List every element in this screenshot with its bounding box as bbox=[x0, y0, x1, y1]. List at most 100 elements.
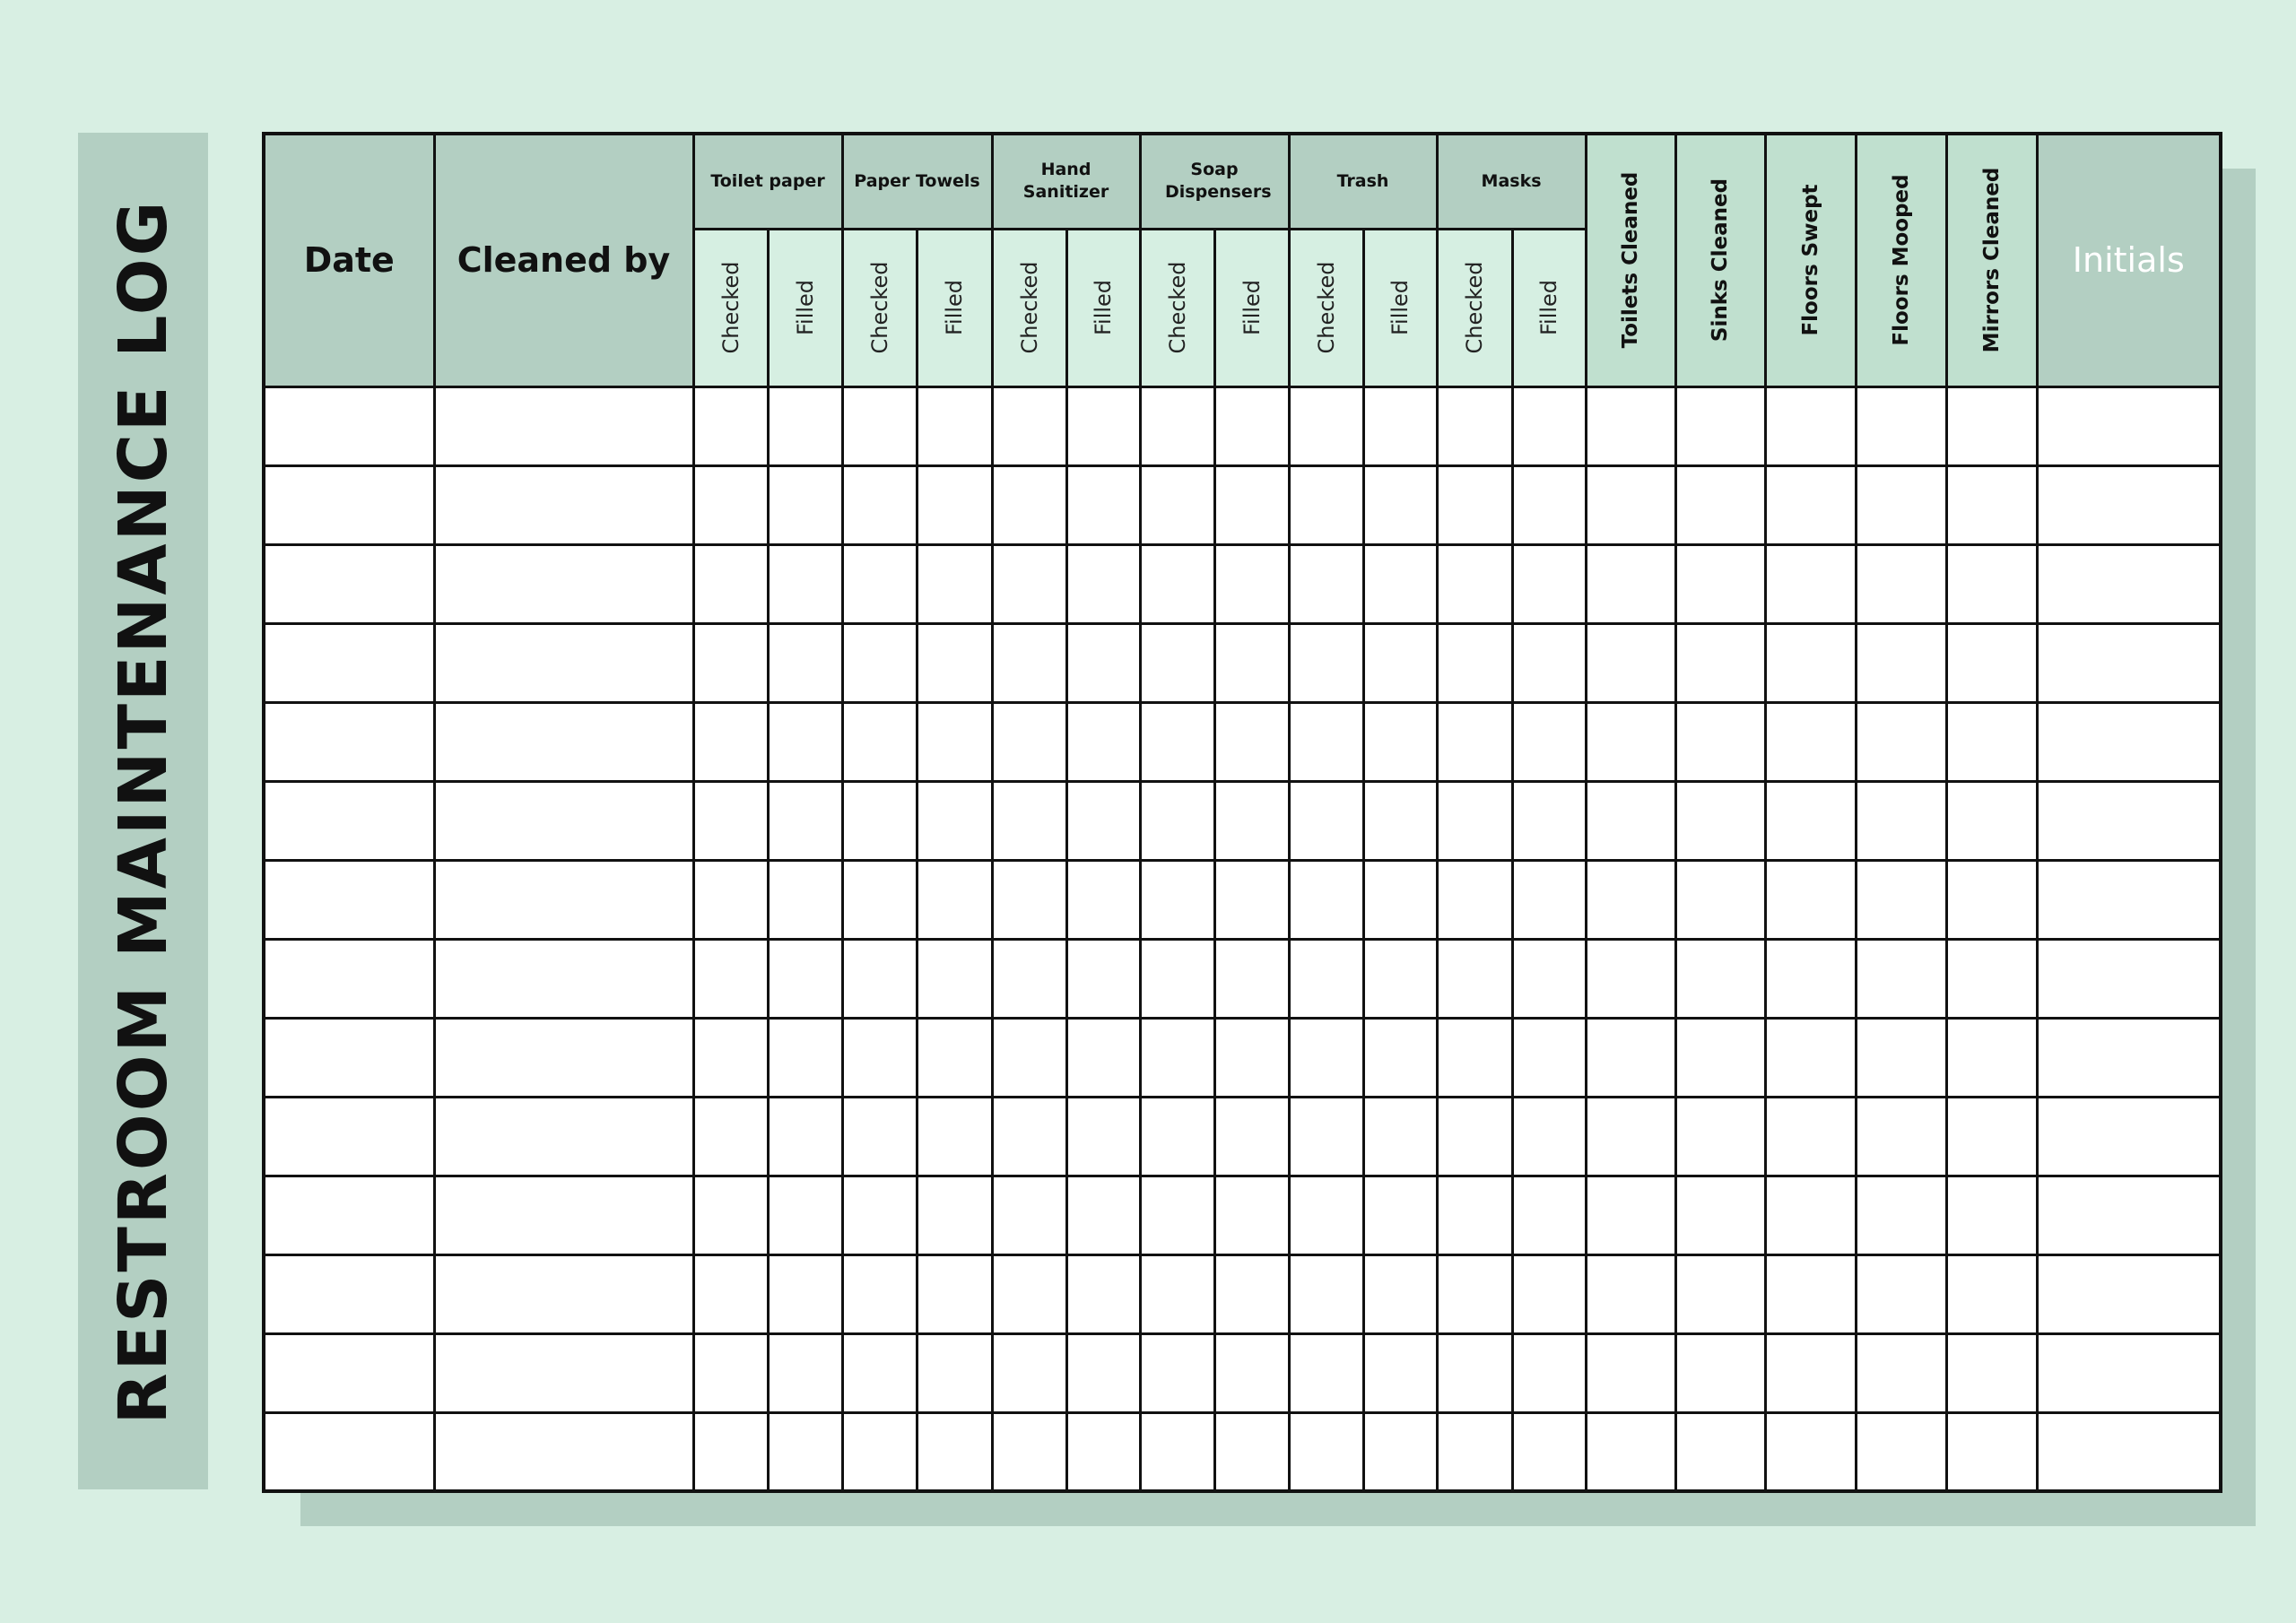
cell-toilets-cleaned[interactable] bbox=[1584, 542, 1677, 625]
cell-hand-sanitizer-filled[interactable] bbox=[1065, 779, 1142, 862]
cell-sinks-cleaned[interactable] bbox=[1674, 937, 1767, 1020]
cell-toilet-paper-filled[interactable] bbox=[766, 1174, 844, 1256]
cell-soap-dispensers-checked[interactable] bbox=[1138, 858, 1216, 941]
cell-toilets-cleaned[interactable] bbox=[1584, 858, 1677, 941]
cell-sinks-cleaned[interactable] bbox=[1674, 1410, 1767, 1493]
cell-toilet-paper-checked[interactable] bbox=[691, 937, 770, 1020]
cell-hand-sanitizer-filled[interactable] bbox=[1065, 385, 1142, 467]
cell-trash-filled[interactable] bbox=[1361, 464, 1439, 546]
cell-sinks-cleaned[interactable] bbox=[1674, 1332, 1767, 1414]
cell-toilet-paper-checked[interactable] bbox=[691, 858, 770, 941]
cell-trash-filled[interactable] bbox=[1361, 385, 1439, 467]
cell-toilet-paper-filled[interactable] bbox=[766, 858, 844, 941]
cell-initials[interactable] bbox=[2035, 385, 2222, 467]
cell-floors-mopped[interactable] bbox=[1854, 1332, 1948, 1414]
cell-floors-swept[interactable] bbox=[1763, 385, 1857, 467]
cell-toilet-paper-filled[interactable] bbox=[766, 1410, 844, 1493]
cell-paper-towels-checked[interactable] bbox=[840, 1095, 918, 1177]
cell-masks-filled[interactable] bbox=[1510, 858, 1587, 941]
cell-floors-swept[interactable] bbox=[1763, 937, 1857, 1020]
cell-toilets-cleaned[interactable] bbox=[1584, 1410, 1677, 1493]
cell-paper-towels-checked[interactable] bbox=[840, 1016, 918, 1098]
cell-hand-sanitizer-checked[interactable] bbox=[990, 542, 1068, 625]
cell-toilet-paper-filled[interactable] bbox=[766, 1016, 844, 1098]
cell-masks-checked[interactable] bbox=[1435, 464, 1514, 546]
cell-date[interactable] bbox=[262, 1253, 436, 1335]
cell-paper-towels-checked[interactable] bbox=[840, 700, 918, 783]
cell-hand-sanitizer-checked[interactable] bbox=[990, 1095, 1068, 1177]
cell-paper-towels-checked[interactable] bbox=[840, 858, 918, 941]
cell-paper-towels-filled[interactable] bbox=[915, 700, 994, 783]
cell-masks-checked[interactable] bbox=[1435, 779, 1514, 862]
cell-hand-sanitizer-filled[interactable] bbox=[1065, 858, 1142, 941]
cell-toilet-paper-filled[interactable] bbox=[766, 621, 844, 704]
cell-hand-sanitizer-filled[interactable] bbox=[1065, 1095, 1142, 1177]
cell-paper-towels-checked[interactable] bbox=[840, 1332, 918, 1414]
cell-trash-checked[interactable] bbox=[1287, 937, 1365, 1020]
cell-floors-swept[interactable] bbox=[1763, 1016, 1857, 1098]
cell-paper-towels-checked[interactable] bbox=[840, 1253, 918, 1335]
cell-trash-checked[interactable] bbox=[1287, 464, 1365, 546]
cell-soap-dispensers-filled[interactable] bbox=[1213, 621, 1291, 704]
cell-soap-dispensers-checked[interactable] bbox=[1138, 1174, 1216, 1256]
cell-cleaned-by[interactable] bbox=[432, 385, 695, 467]
cell-floors-swept[interactable] bbox=[1763, 1253, 1857, 1335]
cell-trash-checked[interactable] bbox=[1287, 621, 1365, 704]
cell-masks-filled[interactable] bbox=[1510, 464, 1587, 546]
cell-paper-towels-filled[interactable] bbox=[915, 779, 994, 862]
cell-floors-swept[interactable] bbox=[1763, 1332, 1857, 1414]
cell-sinks-cleaned[interactable] bbox=[1674, 1095, 1767, 1177]
cell-soap-dispensers-filled[interactable] bbox=[1213, 1253, 1291, 1335]
cell-initials[interactable] bbox=[2035, 542, 2222, 625]
cell-toilet-paper-checked[interactable] bbox=[691, 385, 770, 467]
cell-masks-filled[interactable] bbox=[1510, 542, 1587, 625]
cell-paper-towels-filled[interactable] bbox=[915, 1174, 994, 1256]
cell-toilet-paper-filled[interactable] bbox=[766, 1332, 844, 1414]
cell-soap-dispensers-checked[interactable] bbox=[1138, 1332, 1216, 1414]
cell-toilet-paper-checked[interactable] bbox=[691, 621, 770, 704]
cell-date[interactable] bbox=[262, 621, 436, 704]
cell-toilets-cleaned[interactable] bbox=[1584, 779, 1677, 862]
cell-soap-dispensers-filled[interactable] bbox=[1213, 1174, 1291, 1256]
cell-paper-towels-filled[interactable] bbox=[915, 1016, 994, 1098]
cell-hand-sanitizer-checked[interactable] bbox=[990, 1174, 1068, 1256]
cell-soap-dispensers-checked[interactable] bbox=[1138, 1095, 1216, 1177]
cell-hand-sanitizer-filled[interactable] bbox=[1065, 1174, 1142, 1256]
cell-toilet-paper-checked[interactable] bbox=[691, 779, 770, 862]
cell-paper-towels-filled[interactable] bbox=[915, 542, 994, 625]
cell-masks-checked[interactable] bbox=[1435, 1332, 1514, 1414]
cell-hand-sanitizer-filled[interactable] bbox=[1065, 1016, 1142, 1098]
cell-trash-checked[interactable] bbox=[1287, 858, 1365, 941]
cell-initials[interactable] bbox=[2035, 1016, 2222, 1098]
cell-paper-towels-filled[interactable] bbox=[915, 1095, 994, 1177]
cell-hand-sanitizer-filled[interactable] bbox=[1065, 464, 1142, 546]
cell-cleaned-by[interactable] bbox=[432, 1332, 695, 1414]
cell-toilet-paper-checked[interactable] bbox=[691, 1095, 770, 1177]
cell-sinks-cleaned[interactable] bbox=[1674, 621, 1767, 704]
cell-cleaned-by[interactable] bbox=[432, 1174, 695, 1256]
cell-masks-checked[interactable] bbox=[1435, 542, 1514, 625]
cell-paper-towels-checked[interactable] bbox=[840, 464, 918, 546]
cell-soap-dispensers-checked[interactable] bbox=[1138, 779, 1216, 862]
cell-sinks-cleaned[interactable] bbox=[1674, 385, 1767, 467]
cell-hand-sanitizer-checked[interactable] bbox=[990, 1253, 1068, 1335]
cell-floors-mopped[interactable] bbox=[1854, 937, 1948, 1020]
cell-soap-dispensers-filled[interactable] bbox=[1213, 1410, 1291, 1493]
cell-paper-towels-filled[interactable] bbox=[915, 1332, 994, 1414]
cell-cleaned-by[interactable] bbox=[432, 937, 695, 1020]
cell-hand-sanitizer-checked[interactable] bbox=[990, 700, 1068, 783]
cell-trash-checked[interactable] bbox=[1287, 1253, 1365, 1335]
cell-trash-checked[interactable] bbox=[1287, 1174, 1365, 1256]
cell-floors-swept[interactable] bbox=[1763, 779, 1857, 862]
cell-toilets-cleaned[interactable] bbox=[1584, 1174, 1677, 1256]
cell-floors-mopped[interactable] bbox=[1854, 1174, 1948, 1256]
cell-trash-checked[interactable] bbox=[1287, 1410, 1365, 1493]
cell-paper-towels-checked[interactable] bbox=[840, 621, 918, 704]
cell-masks-checked[interactable] bbox=[1435, 937, 1514, 1020]
cell-masks-filled[interactable] bbox=[1510, 1410, 1587, 1493]
cell-hand-sanitizer-filled[interactable] bbox=[1065, 1410, 1142, 1493]
cell-date[interactable] bbox=[262, 1332, 436, 1414]
cell-mirrors-cleaned[interactable] bbox=[1944, 385, 2039, 467]
cell-floors-swept[interactable] bbox=[1763, 700, 1857, 783]
cell-soap-dispensers-checked[interactable] bbox=[1138, 1410, 1216, 1493]
